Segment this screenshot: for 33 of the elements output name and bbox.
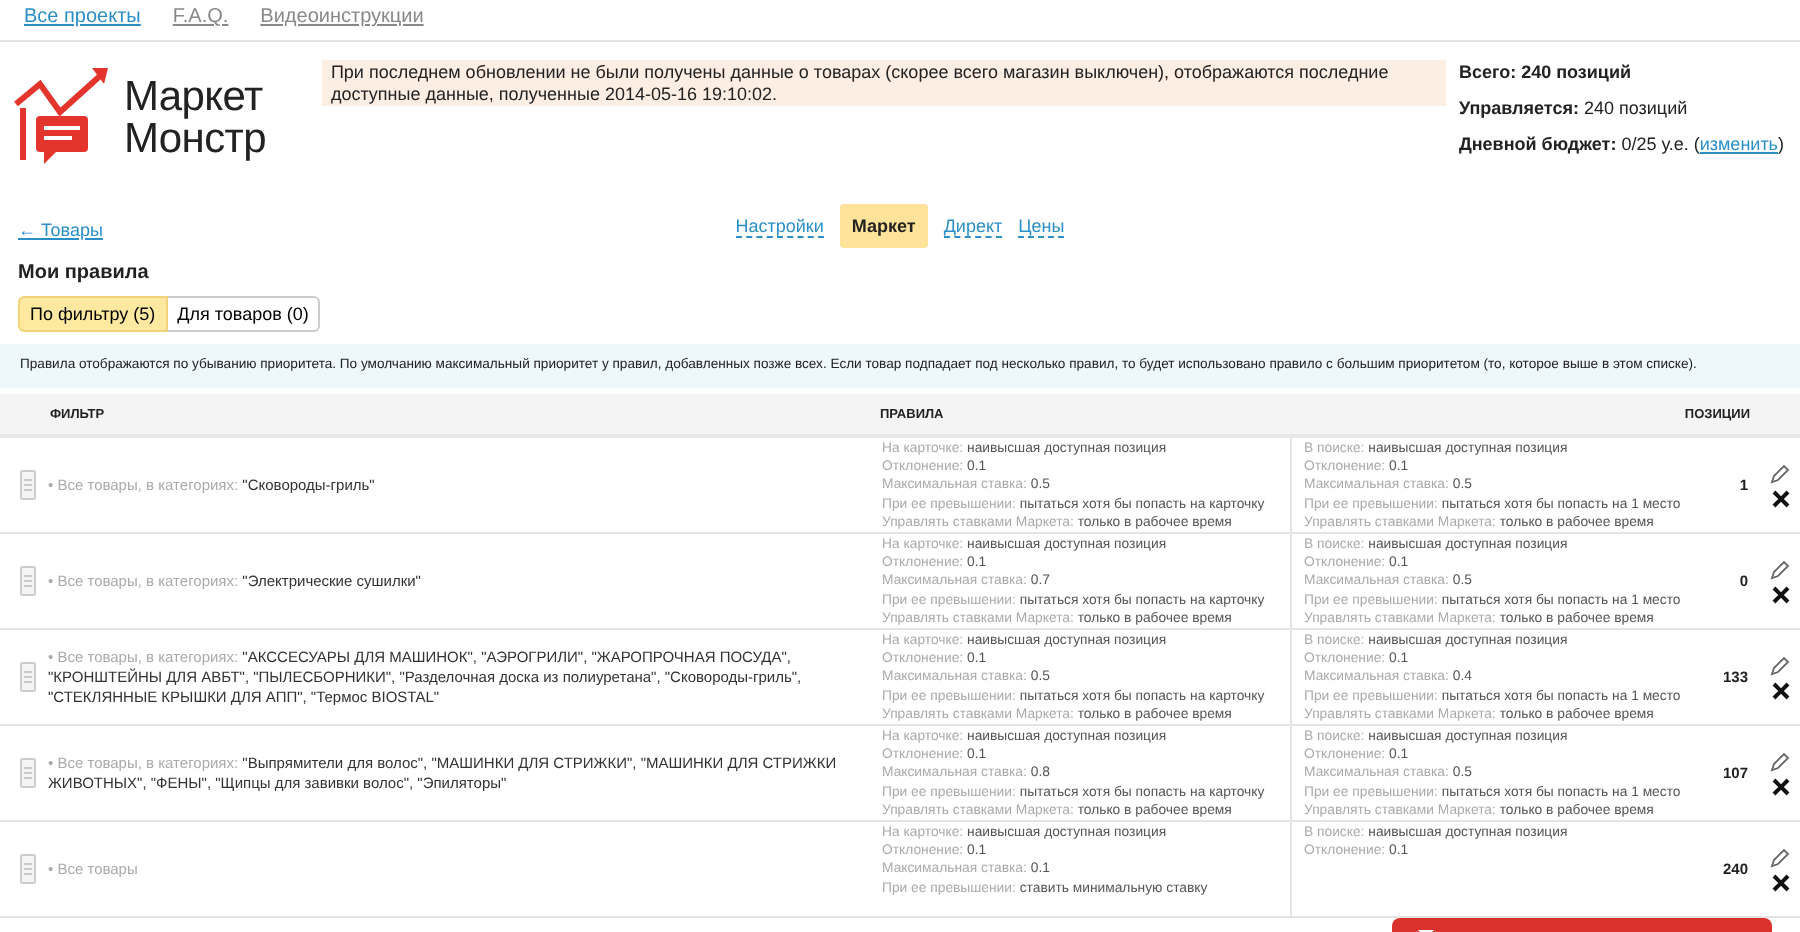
delete-icon[interactable] bbox=[1771, 777, 1789, 795]
pencil-icon[interactable] bbox=[1770, 463, 1790, 483]
pencil-icon[interactable] bbox=[1770, 751, 1790, 771]
delete-icon[interactable] bbox=[1771, 489, 1789, 507]
nav-link[interactable]: Видеоинструкции bbox=[260, 6, 424, 34]
filter-toggle[interactable]: Для товаров (0) bbox=[167, 296, 321, 332]
logo-text: Маркет Монстр bbox=[124, 76, 267, 160]
pencil-icon[interactable] bbox=[1770, 847, 1790, 867]
delete-icon[interactable] bbox=[1771, 681, 1789, 699]
delete-icon[interactable] bbox=[1771, 585, 1789, 603]
stat-text: Дневной бюджет: 0/25 у.е. ( bbox=[1458, 134, 1700, 154]
tab[interactable]: Маркет bbox=[839, 204, 928, 248]
update-notice: При последнем обновлении не были получены данные о товарах (скорее всего магазин выключен), отображаются последние доступные данные, полученные 2014-05-16 19:10:02. bbox=[322, 60, 1447, 106]
document-icon bbox=[20, 854, 36, 884]
stat-text: ) bbox=[1778, 134, 1784, 154]
pencil-icon[interactable] bbox=[1770, 655, 1790, 675]
tab[interactable]: Директ bbox=[943, 215, 1003, 237]
filter-toggle[interactable]: По фильтру (5) bbox=[18, 296, 168, 332]
nav-link[interactable]: F.A.Q. bbox=[172, 6, 229, 34]
document-icon bbox=[20, 470, 36, 500]
pencil-icon[interactable] bbox=[1770, 559, 1790, 579]
change-link[interactable]: изменить bbox=[1699, 134, 1778, 154]
document-icon bbox=[20, 662, 36, 692]
back-link[interactable]: ← Товары bbox=[18, 220, 103, 240]
section-title: Мои правила bbox=[18, 262, 151, 284]
nav-link[interactable]: Все проекты bbox=[24, 6, 141, 34]
stat-text: Управляется: 240 позиций bbox=[1458, 98, 1690, 118]
total-count: Всего: 240 позиций bbox=[1458, 62, 1634, 82]
tab[interactable]: Настройки bbox=[735, 215, 824, 237]
document-icon bbox=[20, 566, 36, 596]
delete-icon[interactable] bbox=[1771, 873, 1789, 891]
document-icon bbox=[20, 758, 36, 788]
tab[interactable]: Цены bbox=[1018, 215, 1065, 237]
